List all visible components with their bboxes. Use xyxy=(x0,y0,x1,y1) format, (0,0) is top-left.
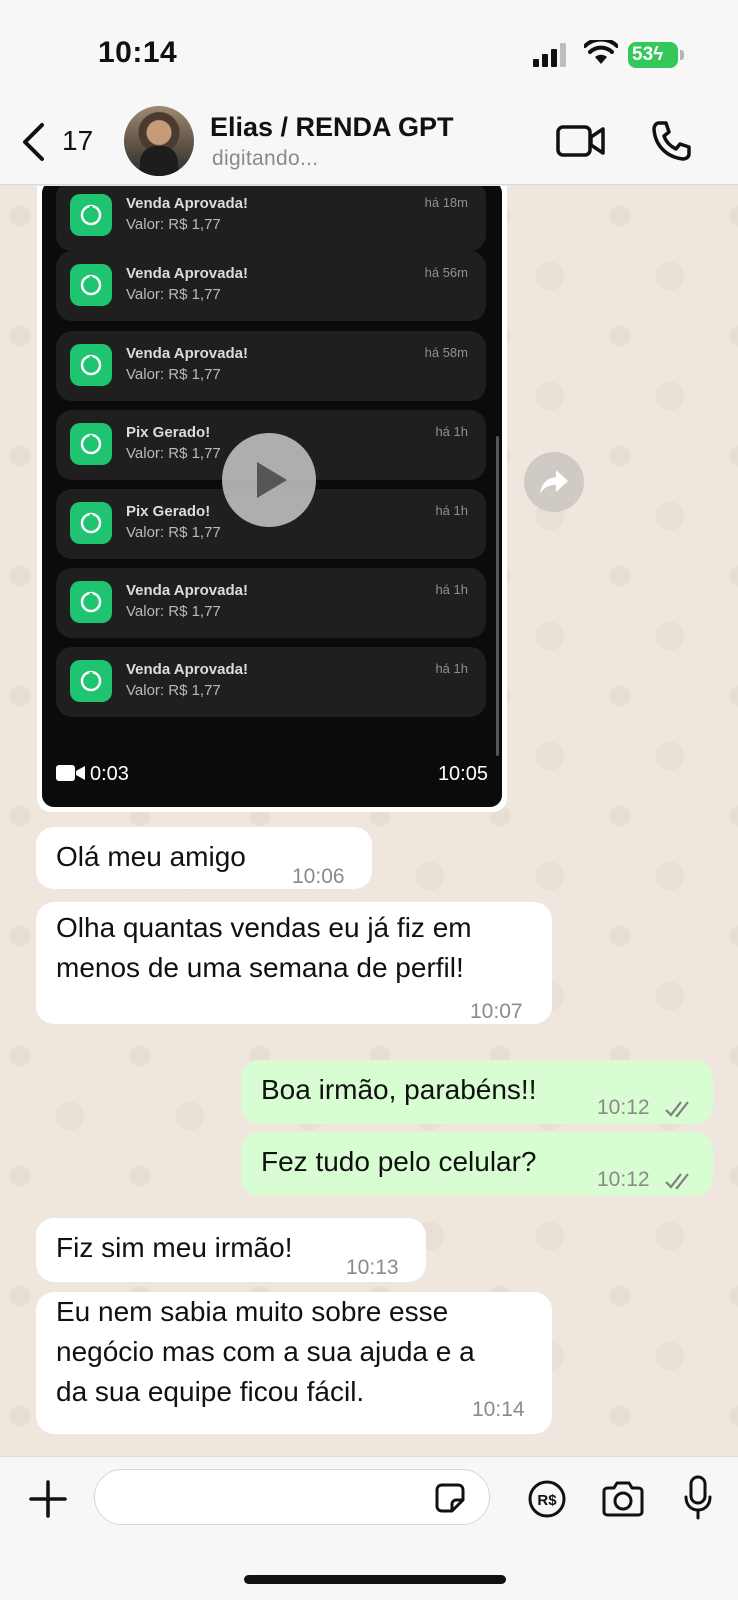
video-message[interactable]: Venda Aprovada! Valor: R$ 1,77 há 18m Ve… xyxy=(37,186,507,812)
notification-time: há 18m xyxy=(424,195,468,210)
message-input[interactable] xyxy=(94,1469,490,1525)
message-text: Fez tudo pelo celular? xyxy=(261,1146,537,1177)
video-thumbnail[interactable]: Venda Aprovada! Valor: R$ 1,77 há 18m Ve… xyxy=(42,186,502,807)
notification-value: Valor: R$ 1,77 xyxy=(126,286,221,303)
notification-value: Valor: R$ 1,77 xyxy=(126,682,221,699)
payment-icon-label: R$ xyxy=(537,1492,557,1509)
avatar-figure xyxy=(140,146,178,176)
plus-icon[interactable] xyxy=(28,1479,68,1524)
notification-card: Venda Aprovada! Valor: R$ 1,77 há 58m xyxy=(56,331,486,401)
message-text: Olá meu amigo xyxy=(56,841,246,872)
sticker-icon[interactable] xyxy=(433,1481,467,1520)
payment-app-icon xyxy=(70,423,112,465)
notification-time: há 58m xyxy=(424,345,468,360)
payment-app-icon xyxy=(70,502,112,544)
outgoing-message[interactable]: Boa irmão, parabéns!! 10:12 xyxy=(241,1060,713,1124)
charging-icon: ϟ xyxy=(653,44,664,65)
notification-value: Valor: R$ 1,77 xyxy=(126,216,221,233)
message-text: Boa irmão, parabéns!! xyxy=(261,1074,537,1105)
message-text: Fiz sim meu irmão! xyxy=(56,1232,293,1263)
incoming-message[interactable]: Eu nem sabia muito sobre esse negócio ma… xyxy=(36,1292,552,1434)
battery-nub xyxy=(680,50,684,60)
payment-app-icon xyxy=(70,344,112,386)
read-receipt-icon xyxy=(665,1162,697,1202)
notification-card: Venda Aprovada! Valor: R$ 1,77 há 1h xyxy=(56,568,486,638)
camera-icon[interactable] xyxy=(601,1481,645,1522)
signal-icon xyxy=(533,43,569,72)
message-text-line: negócio mas com a sua ajuda e a xyxy=(56,1336,475,1367)
battery-indicator: 53ϟ xyxy=(628,42,678,68)
payment-app-icon xyxy=(70,660,112,702)
payment-app-icon xyxy=(70,194,112,236)
phone-call-icon[interactable] xyxy=(651,120,691,167)
avatar[interactable] xyxy=(124,106,194,176)
notification-time: há 56m xyxy=(424,265,468,280)
notification-title: Venda Aprovada! xyxy=(126,265,248,282)
message-text-line: Eu nem sabia muito sobre esse xyxy=(56,1296,449,1327)
notification-title: Pix Gerado! xyxy=(126,424,211,441)
forward-button[interactable] xyxy=(524,452,584,512)
video-duration-text: 0:03 xyxy=(90,763,129,785)
microphone-icon[interactable] xyxy=(683,1475,713,1526)
chat-header: 17 Elias / RENDA GPT digitando... xyxy=(0,100,738,185)
payment-icon[interactable]: R$ xyxy=(527,1479,567,1524)
message-time: 10:14 xyxy=(472,1398,525,1421)
notification-title: Pix Gerado! xyxy=(126,503,211,520)
message-text-line: da sua equipe ficou fácil. xyxy=(56,1376,365,1407)
notification-time: há 1h xyxy=(435,424,468,439)
message-text-line: Olha quantas vendas eu já fiz em xyxy=(56,912,472,943)
notification-value: Valor: R$ 1,77 xyxy=(126,603,221,620)
home-indicator xyxy=(244,1575,506,1584)
back-arrow-icon[interactable] xyxy=(20,122,46,167)
payment-app-icon xyxy=(70,581,112,623)
typing-status: digitando... xyxy=(212,147,319,170)
notification-title: Venda Aprovada! xyxy=(126,345,248,362)
status-time: 10:14 xyxy=(98,36,178,69)
notification-time: há 1h xyxy=(435,661,468,676)
notification-title: Venda Aprovada! xyxy=(126,582,248,599)
play-button[interactable] xyxy=(222,433,316,527)
unread-count[interactable]: 17 xyxy=(62,125,93,157)
notification-value: Valor: R$ 1,77 xyxy=(126,445,221,462)
incoming-message[interactable]: Fiz sim meu irmão! 10:13 xyxy=(36,1218,426,1282)
notification-card: Venda Aprovada! Valor: R$ 1,77 há 18m xyxy=(56,186,486,251)
incoming-message[interactable]: Olá meu amigo 10:06 xyxy=(36,827,372,889)
message-time: 10:06 xyxy=(292,865,345,888)
notification-value: Valor: R$ 1,77 xyxy=(126,366,221,383)
notification-card: Venda Aprovada! Valor: R$ 1,77 há 1h xyxy=(56,647,486,717)
message-composer: R$ xyxy=(0,1456,738,1600)
contact-name[interactable]: Elias / RENDA GPT xyxy=(210,112,454,143)
read-receipt-icon xyxy=(665,1090,697,1130)
message-time: 10:07 xyxy=(470,1000,523,1023)
battery-level: 53 xyxy=(632,44,654,65)
message-time: 10:12 xyxy=(597,1096,650,1119)
notification-title: Venda Aprovada! xyxy=(126,661,248,678)
outgoing-message[interactable]: Fez tudo pelo celular? 10:12 xyxy=(241,1132,713,1196)
notification-title: Venda Aprovada! xyxy=(126,195,248,212)
message-time: 10:13 xyxy=(346,1256,399,1279)
incoming-message[interactable]: Olha quantas vendas eu já fiz em menos d… xyxy=(36,902,552,1024)
notification-value: Valor: R$ 1,77 xyxy=(126,524,221,541)
notification-card: Venda Aprovada! Valor: R$ 1,77 há 56m xyxy=(56,251,486,321)
video-duration: 0:03 xyxy=(56,763,129,788)
video-call-icon[interactable] xyxy=(556,124,606,163)
notification-time: há 1h xyxy=(435,582,468,597)
wifi-icon xyxy=(583,37,619,71)
message-time: 10:05 xyxy=(437,763,488,785)
status-bar: 10:14 53ϟ xyxy=(0,0,738,100)
payment-app-icon xyxy=(70,264,112,306)
message-text-line: menos de uma semana de perfil! xyxy=(56,952,464,983)
chat-area[interactable]: Venda Aprovada! Valor: R$ 1,77 há 18m Ve… xyxy=(0,186,738,1456)
video-camera-icon xyxy=(56,764,86,788)
notification-time: há 1h xyxy=(435,503,468,518)
video-scrollbar xyxy=(496,436,499,756)
message-time: 10:12 xyxy=(597,1168,650,1191)
